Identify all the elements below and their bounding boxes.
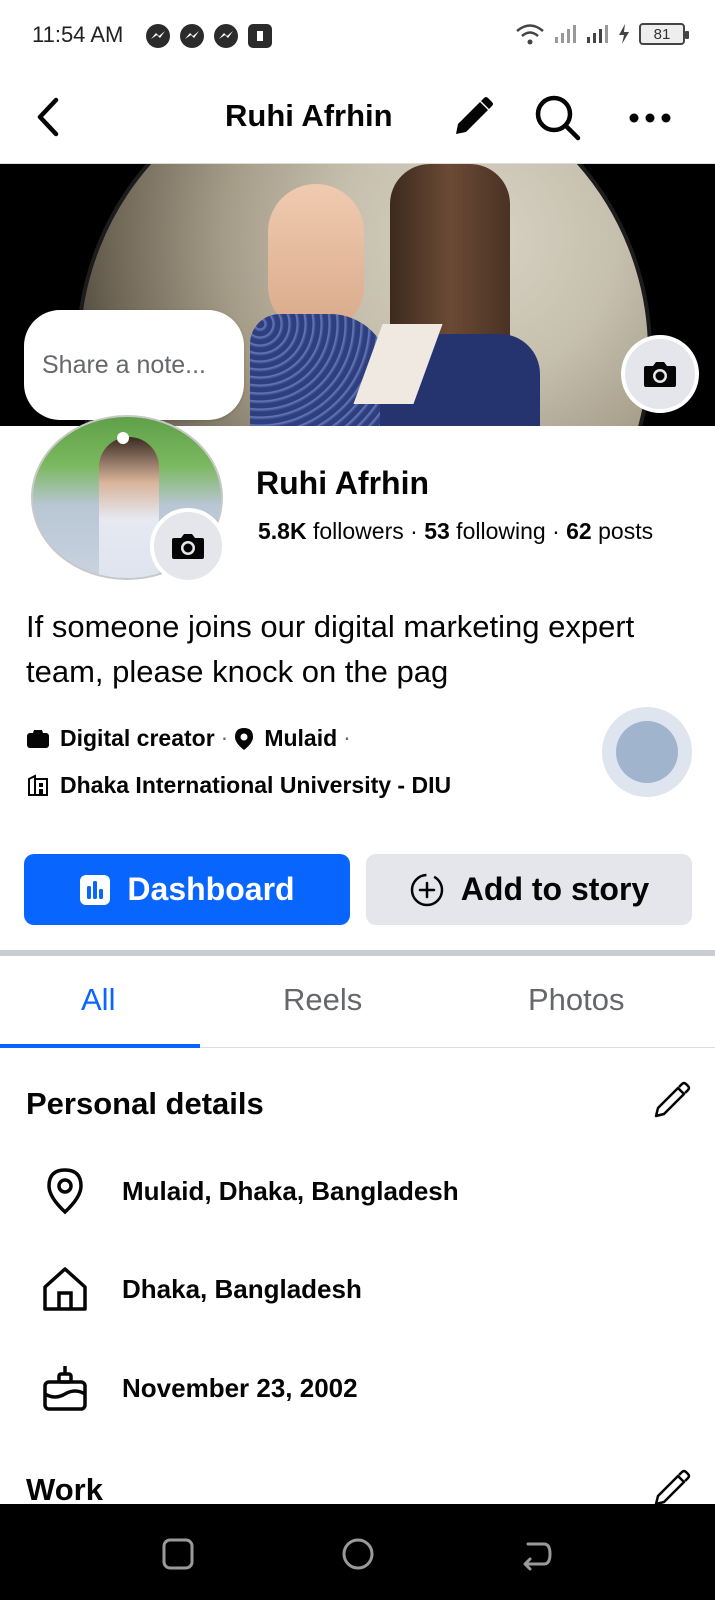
messenger-icon bbox=[180, 24, 204, 48]
signal-icon bbox=[555, 25, 576, 43]
following-count[interactable]: 53 bbox=[424, 518, 450, 544]
detail-location: Mulaid bbox=[264, 725, 338, 752]
detail-separator: · bbox=[343, 724, 351, 750]
profile-name: Ruhi Afrhin bbox=[256, 465, 429, 501]
profile-stats: 5.8K followers · 53 following · 62 posts bbox=[258, 518, 653, 545]
dashboard-label: Dashboard bbox=[127, 871, 295, 907]
detail-birthday: November 23, 2002 bbox=[122, 1372, 358, 1403]
recents-icon bbox=[162, 1538, 194, 1570]
dashboard-button[interactable]: Dashboard bbox=[24, 854, 350, 925]
camera-icon bbox=[644, 362, 676, 387]
following-label[interactable]: following bbox=[450, 518, 546, 544]
profile-header: Ruhi Afrhin bbox=[0, 72, 715, 164]
camera-icon bbox=[172, 534, 204, 559]
charging-icon bbox=[619, 24, 629, 44]
detail-hometown: Dhaka, Bangladesh bbox=[122, 1273, 362, 1304]
more-button[interactable] bbox=[622, 90, 678, 146]
active-tab-indicator bbox=[0, 1044, 200, 1048]
back-icon bbox=[37, 97, 59, 137]
edit-personal-details-button[interactable] bbox=[650, 1080, 692, 1122]
note-bubble-tail-dot bbox=[117, 432, 129, 444]
add-to-story-button[interactable]: Add to story bbox=[366, 854, 692, 925]
app-badge-icon bbox=[248, 24, 272, 48]
home-circle-icon bbox=[342, 1538, 374, 1570]
detail-separator: · bbox=[220, 724, 229, 750]
profile-bio: If someone joins our digital marketing e… bbox=[26, 609, 635, 689]
home-button[interactable] bbox=[338, 1534, 378, 1574]
edit-cover-photo-button[interactable] bbox=[621, 335, 699, 413]
detail-row-current-city: Mulaid, Dhaka, Bangladesh bbox=[40, 1163, 680, 1219]
status-bar: 11:54 AM 81 bbox=[0, 0, 715, 72]
personal-details-title: Personal details bbox=[26, 1086, 264, 1121]
detail-category: Digital creator bbox=[60, 725, 215, 752]
tab-all[interactable]: All bbox=[81, 982, 115, 1018]
school-icon bbox=[28, 774, 48, 797]
detail-row-hometown: Dhaka, Bangladesh bbox=[40, 1261, 680, 1317]
detail-row-birthday: November 23, 2002 bbox=[40, 1360, 680, 1416]
followers-count[interactable]: 5.8K bbox=[258, 518, 307, 544]
stats-separator: · bbox=[545, 518, 567, 544]
system-icons: 81 bbox=[515, 22, 689, 46]
home-icon bbox=[40, 1264, 90, 1314]
note-placeholder: Share a note... bbox=[42, 350, 207, 379]
birthday-cake-icon bbox=[40, 1363, 90, 1413]
stats-separator: · bbox=[403, 518, 425, 544]
add-to-story-label: Add to story bbox=[460, 871, 650, 907]
search-icon bbox=[535, 95, 581, 141]
share-note-bubble[interactable]: Share a note... bbox=[24, 310, 244, 420]
dashboard-icon bbox=[80, 874, 111, 905]
wifi-icon bbox=[516, 24, 544, 45]
header-title: Ruhi Afrhin bbox=[225, 98, 393, 133]
edit-pencil-icon bbox=[456, 97, 493, 134]
detail-current-city: Mulaid, Dhaka, Bangladesh bbox=[122, 1175, 459, 1206]
battery-icon: 81 bbox=[639, 23, 689, 45]
location-pin-icon bbox=[40, 1166, 90, 1216]
tab-photos[interactable]: Photos bbox=[528, 982, 625, 1018]
tab-reels[interactable]: Reels bbox=[283, 982, 362, 1018]
edit-profile-button[interactable] bbox=[444, 90, 500, 146]
battery-level: 81 bbox=[653, 25, 671, 43]
cover-image-hand bbox=[268, 184, 364, 334]
work-title: Work bbox=[26, 1472, 103, 1507]
back-button[interactable] bbox=[26, 92, 76, 142]
location-pin-icon bbox=[235, 727, 254, 750]
notification-icons bbox=[146, 24, 272, 48]
detail-education: Dhaka International University - DIU bbox=[60, 771, 452, 798]
more-icon bbox=[629, 113, 671, 123]
briefcase-icon bbox=[27, 729, 49, 748]
profile-details-line: Digital creator · Mulaid · Dhaka Internation… bbox=[26, 715, 686, 808]
touch-indicator bbox=[602, 707, 692, 797]
edit-profile-photo-button[interactable] bbox=[150, 508, 226, 584]
edit-pencil-icon bbox=[654, 1081, 691, 1118]
system-back-button[interactable] bbox=[516, 1534, 556, 1574]
system-navigation-bar bbox=[0, 1504, 715, 1600]
profile-tabs: All Reels Photos bbox=[0, 956, 715, 1048]
avatar-image-figure bbox=[99, 437, 159, 578]
messenger-icon bbox=[146, 24, 170, 48]
recents-button[interactable] bbox=[158, 1534, 198, 1574]
status-time: 11:54 AM bbox=[32, 22, 124, 47]
posts-count: 62 bbox=[566, 518, 592, 544]
search-button[interactable] bbox=[530, 90, 586, 146]
posts-label: posts bbox=[591, 518, 654, 544]
followers-label[interactable]: followers bbox=[307, 518, 404, 544]
add-story-icon bbox=[410, 873, 444, 906]
messenger-icon bbox=[214, 24, 238, 48]
signal-icon bbox=[587, 25, 608, 43]
system-back-icon bbox=[523, 1542, 552, 1571]
